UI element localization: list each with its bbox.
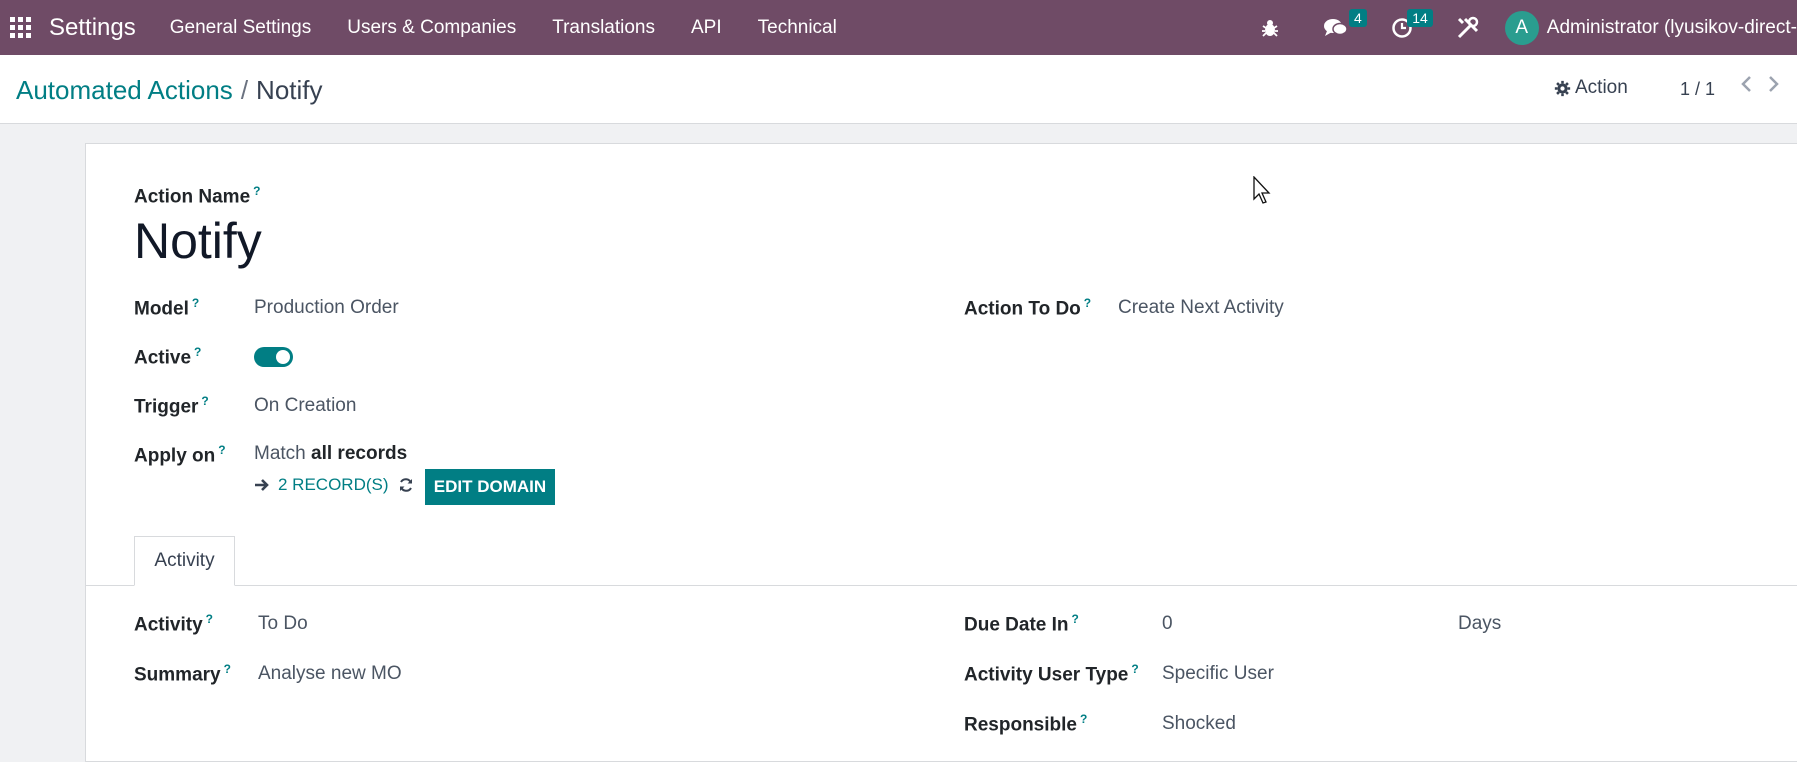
- help-tooltip-icon[interactable]: ?: [224, 662, 231, 676]
- app-brand[interactable]: Settings: [49, 14, 136, 42]
- pager-next-icon[interactable]: [1766, 75, 1780, 93]
- summary-label: Summary?: [134, 662, 231, 686]
- apply-on-label: Apply on?: [134, 443, 226, 467]
- active-toggle[interactable]: [254, 347, 293, 367]
- help-tooltip-icon[interactable]: ?: [1080, 712, 1087, 726]
- mouse-cursor-icon: [1253, 176, 1271, 204]
- breadcrumb-automated-actions[interactable]: Automated Actions: [16, 75, 233, 105]
- action-name-label: Action Name?: [134, 184, 261, 208]
- arrow-right-icon: [255, 479, 269, 491]
- trigger-field[interactable]: On Creation: [254, 395, 356, 417]
- breadcrumb-current: Notify: [256, 75, 323, 105]
- tab-activity[interactable]: Activity: [134, 536, 235, 586]
- responsible-field[interactable]: Shocked: [1162, 713, 1236, 735]
- refresh-icon[interactable]: [398, 477, 414, 493]
- gear-icon: [1554, 80, 1571, 96]
- apply-on-domain: Match all records: [254, 443, 408, 464]
- menu-users-companies[interactable]: Users & Companies: [329, 17, 534, 39]
- apps-menu-icon[interactable]: [10, 16, 32, 39]
- due-date-value-field[interactable]: 0: [1162, 613, 1173, 635]
- activity-user-type-label: Activity User Type?: [964, 662, 1139, 686]
- help-tooltip-icon[interactable]: ?: [1084, 296, 1091, 310]
- help-tooltip-icon[interactable]: ?: [194, 345, 201, 359]
- settings-tools-icon[interactable]: [1455, 15, 1481, 41]
- model-field[interactable]: Production Order: [254, 297, 399, 319]
- help-tooltip-icon[interactable]: ?: [1072, 612, 1079, 626]
- trigger-label: Trigger?: [134, 394, 209, 418]
- top-navbar: Settings General Settings Users & Compan…: [0, 0, 1797, 55]
- due-date-label: Due Date In?: [964, 612, 1079, 636]
- action-to-do-field[interactable]: Create Next Activity: [1118, 297, 1284, 319]
- help-tooltip-icon[interactable]: ?: [206, 612, 213, 626]
- records-link[interactable]: 2 RECORD(S): [254, 475, 389, 495]
- due-date-unit-field[interactable]: Days: [1458, 613, 1501, 635]
- menu-general-settings[interactable]: General Settings: [152, 17, 330, 39]
- activity-user-type-field[interactable]: Specific User: [1162, 663, 1274, 685]
- edit-domain-button[interactable]: EDIT DOMAIN: [425, 469, 555, 505]
- action-name-field[interactable]: Notify: [134, 212, 262, 270]
- records-count: 2 RECORD(S): [278, 475, 389, 494]
- help-tooltip-icon[interactable]: ?: [1131, 662, 1138, 676]
- messages-chat-icon[interactable]: 4: [1323, 8, 1367, 41]
- action-menu-label: Action: [1575, 77, 1628, 98]
- control-panel: Automated Actions / Notify Action 1 / 1: [0, 55, 1797, 124]
- model-label: Model?: [134, 296, 200, 320]
- form-sheet: Action Name? Notify Model? Production Or…: [85, 143, 1797, 762]
- activities-clock-icon[interactable]: 14: [1389, 8, 1433, 41]
- user-avatar[interactable]: A: [1504, 10, 1539, 45]
- breadcrumb-separator: /: [240, 75, 249, 105]
- action-menu-button[interactable]: Action: [1554, 77, 1628, 99]
- help-tooltip-icon[interactable]: ?: [218, 443, 225, 457]
- menu-technical[interactable]: Technical: [740, 17, 855, 39]
- activity-label: Activity?: [134, 612, 213, 636]
- menu-translations[interactable]: Translations: [534, 17, 673, 39]
- activities-count-badge: 14: [1407, 8, 1433, 27]
- action-to-do-label: Action To Do?: [964, 296, 1092, 320]
- help-tooltip-icon[interactable]: ?: [253, 184, 260, 198]
- messages-count-badge: 4: [1348, 8, 1367, 27]
- activity-type-field[interactable]: To Do: [258, 613, 308, 635]
- debug-bug-icon[interactable]: [1257, 15, 1283, 41]
- user-menu[interactable]: Administrator (lyusikov-direct-: [1547, 17, 1797, 39]
- menu-api[interactable]: API: [673, 17, 740, 39]
- help-tooltip-icon[interactable]: ?: [201, 394, 208, 408]
- tabs-divider: [86, 585, 1797, 586]
- summary-field[interactable]: Analyse new MO: [258, 663, 402, 685]
- help-tooltip-icon[interactable]: ?: [192, 296, 199, 310]
- pager-value[interactable]: 1 / 1: [1680, 79, 1715, 100]
- breadcrumb: Automated Actions / Notify: [16, 75, 323, 106]
- pager-previous-icon[interactable]: [1740, 75, 1754, 93]
- active-label: Active?: [134, 345, 202, 369]
- responsible-label: Responsible?: [964, 712, 1088, 736]
- pager-arrows: [1740, 75, 1780, 93]
